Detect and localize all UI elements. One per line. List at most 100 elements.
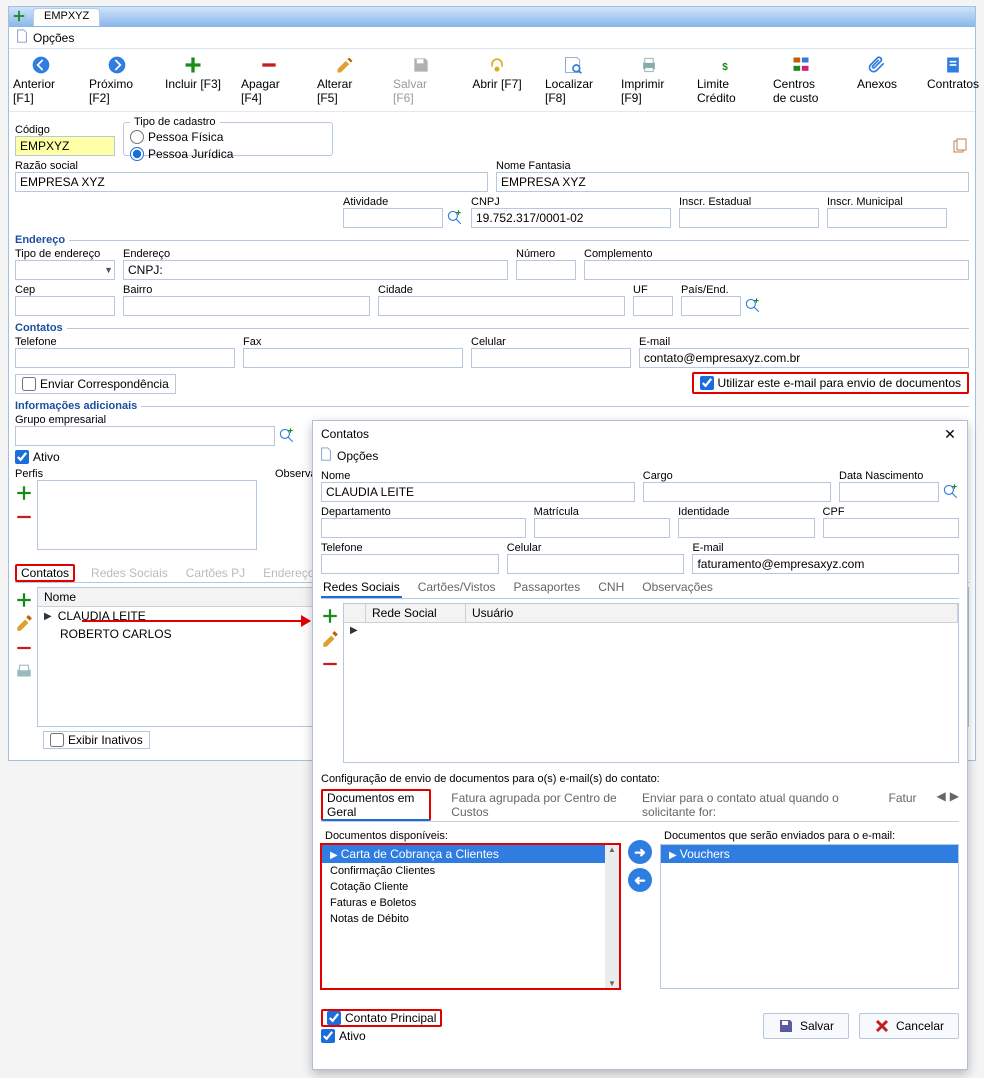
move-left-button[interactable]: ➜ <box>628 868 652 892</box>
cidade-input[interactable] <box>378 296 625 316</box>
modal-nome-input[interactable] <box>321 482 635 502</box>
radio-pessoa-juridica[interactable] <box>130 147 144 161</box>
toolbar-alterar[interactable]: Alterar [F5] <box>317 55 373 105</box>
move-right-button[interactable]: ➜ <box>628 840 652 864</box>
bairro-input[interactable] <box>123 296 370 316</box>
grupo-input[interactable] <box>15 426 275 446</box>
inner-tab-cartoes[interactable]: Cartões PJ <box>184 564 247 582</box>
salvar-button[interactable]: Salvar <box>763 1013 849 1039</box>
contato-principal-check[interactable]: Contato Principal <box>321 1009 442 1027</box>
endereco-input[interactable] <box>123 260 508 280</box>
toolbar-centros[interactable]: Centros de custo <box>773 55 829 105</box>
modal-tab-cartoes[interactable]: Cartões/Vistos <box>416 578 498 598</box>
col-usuario[interactable]: Usuário <box>466 604 958 622</box>
codigo-input[interactable] <box>15 136 115 156</box>
modal-cpf-input[interactable] <box>823 518 959 538</box>
inscr-est-input[interactable] <box>679 208 819 228</box>
contact-remove-icon[interactable] <box>15 639 33 657</box>
complemento-input[interactable] <box>584 260 969 280</box>
redes-edit-icon[interactable] <box>321 631 339 649</box>
modal-identidade-input[interactable] <box>678 518 814 538</box>
copy-icon[interactable] <box>951 138 969 156</box>
modal-depto-input[interactable] <box>321 518 526 538</box>
use-email-check[interactable]: Utilizar este e-mail para envio de docum… <box>692 372 969 394</box>
modal-tab-obs[interactable]: Observações <box>640 578 715 598</box>
modal-options-menu[interactable]: Opções <box>337 449 378 463</box>
toolbar-contratos[interactable]: Contratos <box>925 55 981 105</box>
exibir-inativos-check[interactable]: Exibir Inativos <box>43 731 150 749</box>
toolbar-imprimir[interactable]: Imprimir [F9] <box>621 55 677 105</box>
pais-picker-icon[interactable] <box>743 296 761 316</box>
grupo-picker-icon[interactable] <box>277 426 295 446</box>
tabs-scroll-right-icon[interactable]: ▶ <box>950 789 959 821</box>
pais-input[interactable] <box>681 296 741 316</box>
modal-ativo-checkbox[interactable] <box>321 1029 335 1043</box>
redes-remove-icon[interactable] <box>321 655 339 673</box>
atividade-input[interactable] <box>343 208 443 228</box>
doc-tab-enviar[interactable]: Enviar para o contato atual quando o sol… <box>640 789 868 821</box>
documentos-disponiveis-list[interactable]: ▶ Carta de Cobrança a Clientes Confirmaç… <box>321 844 620 989</box>
active-tab[interactable]: EMPXYZ <box>33 8 100 26</box>
modal-datanasc-input[interactable] <box>839 482 939 502</box>
fantasia-input[interactable] <box>496 172 969 192</box>
cancelar-button[interactable]: Cancelar <box>859 1013 959 1039</box>
modal-tab-passaportes[interactable]: Passaportes <box>512 578 583 598</box>
modal-ativo-check[interactable]: Ativo <box>321 1029 442 1043</box>
list-item[interactable]: Confirmação Clientes <box>322 863 605 879</box>
table-row[interactable]: ▶ <box>344 623 958 638</box>
exibir-inativos-checkbox[interactable] <box>50 733 64 747</box>
toolbar-apagar[interactable]: Apagar [F4] <box>241 55 297 105</box>
list-item[interactable]: ▶ Vouchers <box>661 845 958 863</box>
doc-tab-geral[interactable]: Documentos em Geral <box>321 789 431 821</box>
contact-add-icon[interactable] <box>15 591 33 609</box>
modal-email-input[interactable] <box>692 554 959 574</box>
documentos-enviados-list[interactable]: ▶ Vouchers <box>660 844 959 989</box>
toolbar-anexos[interactable]: Anexos <box>849 55 905 105</box>
cel-input[interactable] <box>471 348 631 368</box>
scroll-down-icon[interactable]: ▼ <box>608 979 616 988</box>
modal-tab-redes[interactable]: Redes Sociais <box>321 578 402 598</box>
contact-edit-icon[interactable] <box>15 615 33 633</box>
toolbar-incluir[interactable]: Incluir [F3] <box>165 55 221 105</box>
modal-tab-cnh[interactable]: CNH <box>596 578 626 598</box>
toolbar-anterior[interactable]: Anterior [F1] <box>13 55 69 105</box>
contato-principal-checkbox[interactable] <box>327 1011 341 1025</box>
cep-input[interactable] <box>15 296 115 316</box>
perfis-add-icon[interactable] <box>15 484 33 502</box>
redes-grid[interactable]: Rede Social Usuário ▶ <box>343 603 959 763</box>
atividade-picker-icon[interactable] <box>445 208 463 228</box>
perfis-remove-icon[interactable] <box>15 508 33 526</box>
uf-input[interactable] <box>633 296 673 316</box>
inner-tab-contatos[interactable]: Contatos <box>15 564 75 582</box>
cnpj-input[interactable] <box>471 208 671 228</box>
enviar-corr-check[interactable]: Enviar Correspondência <box>15 374 176 394</box>
options-menu[interactable]: Opções <box>33 31 74 45</box>
enviar-corr-checkbox[interactable] <box>22 377 36 391</box>
inscr-mun-input[interactable] <box>827 208 947 228</box>
perfis-list[interactable] <box>37 480 257 550</box>
toolbar-localizar[interactable]: Localizar [F8] <box>545 55 601 105</box>
modal-datanasc-picker-icon[interactable] <box>941 482 959 502</box>
doc-tab-fatura[interactable]: Fatura agrupada por Centro de Custos <box>449 789 622 821</box>
modal-cargo-input[interactable] <box>643 482 831 502</box>
list-item[interactable]: Faturas e Boletos <box>322 895 605 911</box>
redes-add-icon[interactable] <box>321 607 339 625</box>
ativo-main-checkbox[interactable] <box>15 450 29 464</box>
razao-input[interactable] <box>15 172 488 192</box>
toolbar-proximo[interactable]: Próximo [F2] <box>89 55 145 105</box>
fax-input[interactable] <box>243 348 463 368</box>
tipo-end-select[interactable] <box>15 260 115 280</box>
list-item[interactable]: ▶ Carta de Cobrança a Clientes <box>322 845 605 863</box>
inner-tab-redes[interactable]: Redes Sociais <box>89 564 170 582</box>
toolbar-abrir[interactable]: Abrir [F7] <box>469 55 525 105</box>
list-item[interactable]: Cotação Cliente <box>322 879 605 895</box>
close-icon[interactable]: ✕ <box>941 425 959 443</box>
numero-input[interactable] <box>516 260 576 280</box>
email-input[interactable] <box>639 348 969 368</box>
toolbar-limite[interactable]: $ Limite Crédito <box>697 55 753 105</box>
list-item[interactable]: Notas de Débito <box>322 911 605 927</box>
add-tab-icon[interactable] <box>9 9 29 26</box>
contact-print-icon[interactable] <box>15 663 33 681</box>
modal-tel-input[interactable] <box>321 554 499 574</box>
tabs-scroll-left-icon[interactable]: ◀ <box>937 789 946 821</box>
